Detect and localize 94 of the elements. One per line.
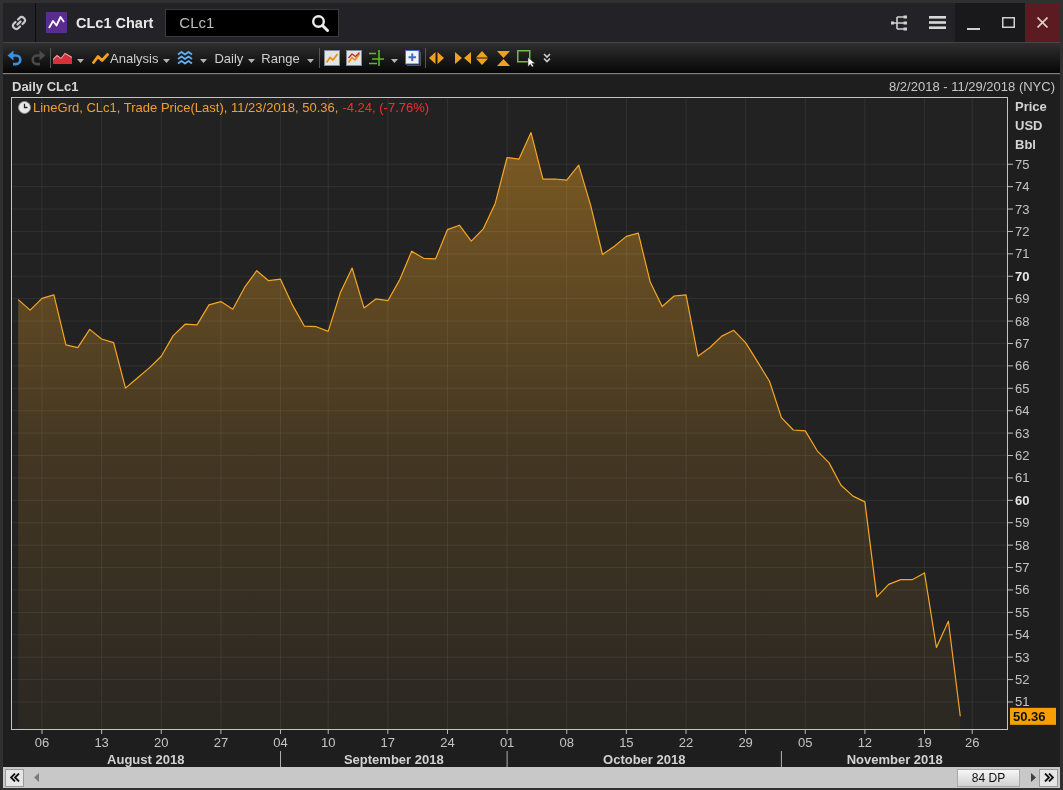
waves-icon[interactable]: [177, 51, 194, 65]
y-axis-title: Price USD Bbl: [1015, 99, 1047, 152]
y-axis-label: 53: [1015, 649, 1030, 665]
x-axis-label: 20: [154, 734, 169, 750]
y-axis-label: 52: [1015, 672, 1030, 688]
x-axis-label: 22: [678, 734, 694, 750]
double-chevron-right-icon: [1043, 773, 1054, 782]
chevrons-down-icon[interactable]: [542, 53, 551, 63]
window-title: CLc1 Chart: [76, 14, 154, 31]
x-axis-label: 29: [738, 734, 753, 750]
link-icon[interactable]: [11, 14, 27, 31]
search-icon[interactable]: [311, 13, 330, 32]
hierarchy-icon[interactable]: [891, 13, 907, 32]
menu-icon[interactable]: [929, 16, 946, 29]
x-axis-label: 04: [273, 734, 288, 750]
double-chevron-left-icon: [9, 773, 20, 782]
undo-icon[interactable]: [7, 50, 23, 66]
right-arrow-icon[interactable]: [1031, 773, 1036, 782]
y-axis-label: 73: [1015, 201, 1030, 217]
y-axis-label: 55: [1015, 604, 1030, 620]
y-axis-label: 71: [1015, 246, 1030, 262]
caret-icon[interactable]: [390, 59, 398, 63]
left-arrow-icon[interactable]: [34, 773, 39, 782]
y-axis-label: 63: [1015, 425, 1030, 441]
interval-menu[interactable]: Daily: [214, 50, 244, 66]
y-axis-label: 68: [1015, 313, 1030, 329]
analysis-menu[interactable]: Analysis: [110, 50, 159, 66]
x-axis-label: 26: [965, 734, 980, 750]
y-axis-label: 59: [1015, 515, 1030, 531]
y-axis-label: 74: [1015, 179, 1030, 195]
scrollbar-track[interactable]: 84 DP: [3, 767, 1060, 788]
month-label: August 2018: [107, 751, 185, 767]
y-axis-label: 61: [1015, 470, 1030, 486]
caret-icon[interactable]: [306, 59, 314, 63]
y-axis-label: 72: [1015, 223, 1030, 239]
close-icon: [1037, 17, 1048, 28]
x-axis-label: 17: [380, 734, 396, 750]
y-axis-label: 65: [1015, 380, 1030, 396]
framed-line-chart-icon[interactable]: [323, 50, 340, 66]
minimize-icon[interactable]: [967, 27, 980, 30]
caret-icon[interactable]: [248, 59, 256, 63]
y-axis-label: 66: [1015, 358, 1030, 374]
y-axis-label: 51: [1015, 694, 1030, 710]
expand-vertical-icon[interactable]: [475, 51, 488, 65]
x-axis-label: 27: [213, 734, 229, 750]
y-axis-label: 57: [1015, 560, 1030, 576]
x-axis-label: 13: [94, 734, 109, 750]
month-label: September 2018: [343, 751, 444, 767]
y-axis-label: 60: [1015, 492, 1030, 508]
legend-text: LineGrd, CLc1, Trade Price(Last), 11/23/2018, 50.36,: [33, 100, 339, 115]
y-axis-label: 62: [1015, 448, 1030, 463]
line-chart-app-icon: [46, 12, 67, 33]
x-axis-label: 05: [798, 734, 813, 750]
x-axis-label: 24: [440, 734, 455, 750]
hourglass-icon[interactable]: [496, 50, 510, 66]
month-label: November 2018: [846, 751, 943, 767]
y-axis-label: 54: [1015, 627, 1030, 643]
data-points-button[interactable]: 84 DP: [957, 768, 1020, 787]
caret-icon[interactable]: [200, 59, 208, 63]
expand-horizontal-icon[interactable]: [428, 52, 444, 64]
x-axis-label: 10: [321, 734, 336, 750]
y-axis-label: 67: [1015, 336, 1030, 351]
caret-icon[interactable]: [163, 59, 171, 63]
chart-title: Daily CLc1: [12, 78, 79, 94]
y-axis-label: 58: [1015, 537, 1030, 553]
y-axis-label: 56: [1015, 582, 1030, 598]
close-button[interactable]: [1025, 3, 1060, 42]
y-axis-label: 69: [1015, 291, 1030, 307]
x-axis-label: 08: [559, 734, 574, 750]
x-axis-label: 19: [917, 734, 932, 750]
price-change-text: -4.24, (-7.76%): [342, 100, 430, 115]
crosshair-lines-icon[interactable]: [367, 50, 385, 66]
framed-multi-line-chart-icon[interactable]: [345, 50, 362, 66]
x-axis-label: 06: [34, 734, 50, 750]
selection-cursor-icon[interactable]: [516, 49, 535, 67]
y-axis-label: 64: [1015, 403, 1030, 419]
area-chart-icon[interactable]: [53, 52, 72, 64]
month-label: October 2018: [603, 751, 686, 767]
range-menu[interactable]: Range: [261, 50, 300, 66]
scroll-end-button[interactable]: [1039, 768, 1058, 787]
compress-horizontal-icon[interactable]: [454, 52, 471, 64]
x-axis-label: 15: [619, 734, 634, 750]
caret-icon[interactable]: [77, 59, 84, 63]
maximize-icon[interactable]: [1002, 17, 1015, 28]
scroll-start-button[interactable]: [5, 768, 24, 787]
zoom-box-icon[interactable]: [404, 50, 421, 66]
x-axis-label: 12: [857, 734, 873, 750]
search-field[interactable]: CLc1: [165, 8, 340, 37]
y-axis-label: 70: [1015, 268, 1030, 284]
last-price-tag: 50.36: [1010, 707, 1056, 725]
line-chart-icon[interactable]: [92, 52, 109, 64]
date-range-text: 8/2/2018 - 11/29/2018 (NYC): [889, 78, 1055, 94]
x-axis-label: 01: [499, 734, 515, 750]
y-axis-label: 75: [1015, 156, 1030, 172]
